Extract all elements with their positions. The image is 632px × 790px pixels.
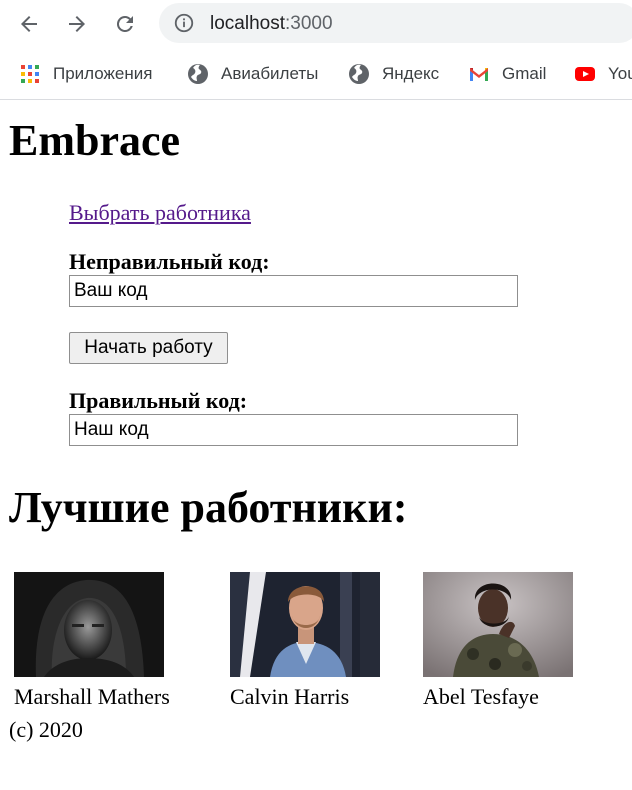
right-code-label: Правильный код: <box>69 388 248 413</box>
worker-photo <box>423 572 573 677</box>
reload-button[interactable] <box>109 8 141 40</box>
worker-name: Marshall Mathers <box>14 684 170 709</box>
arrow-right-icon <box>69 16 85 32</box>
url-port: :3000 <box>285 13 333 34</box>
bookmark-label: Приложения <box>53 64 153 83</box>
globe-icon <box>348 63 370 85</box>
worker-photo <box>230 572 380 677</box>
bookmark-yandex[interactable]: Яндекс <box>348 62 439 86</box>
worker-name: Calvin Harris <box>230 684 350 709</box>
bookmark-youtube[interactable]: YouTube <box>574 62 632 86</box>
footer-copyright: (c) 2020 <box>9 717 83 742</box>
worker-card: Calvin Harris <box>230 572 380 711</box>
wrong-code-label: Неправильный код: <box>69 249 270 274</box>
worker-card: Marshall Mathers <box>14 572 170 711</box>
apps-grid-icon <box>19 63 41 85</box>
bookmark-label: Gmail <box>502 64 547 83</box>
bookmark-aviabilety[interactable]: Авиабилеты <box>187 62 318 86</box>
worker-name: Abel Tesfaye <box>423 684 539 709</box>
choose-worker-link[interactable]: Выбрать работника <box>69 199 251 227</box>
browser-toolbar: localhost:3000 <box>0 0 632 50</box>
best-workers-heading: Лучшие работники: <box>9 483 408 532</box>
worker-photo <box>14 572 164 677</box>
address-bar[interactable]: localhost:3000 <box>159 3 632 43</box>
globe-icon <box>187 63 209 85</box>
wrong-code-input[interactable]: Ваш код <box>69 275 518 307</box>
arrow-left-icon <box>21 16 37 32</box>
url-host: localhost <box>210 13 285 34</box>
bookmark-label: Яндекс <box>382 64 440 83</box>
back-button[interactable] <box>13 8 45 40</box>
bookmark-label: Авиабилеты <box>221 64 319 83</box>
forward-button[interactable] <box>61 8 93 40</box>
bookmark-apps[interactable]: Приложения <box>19 62 152 86</box>
gmail-icon <box>468 63 490 85</box>
bookmark-label: YouTube <box>608 64 632 83</box>
page-content: Embrace Выбрать работника Неправильный к… <box>0 101 632 790</box>
right-code-input[interactable]: Наш код <box>69 414 518 446</box>
reload-icon <box>116 15 133 32</box>
bookmark-gmail[interactable]: Gmail <box>468 62 546 86</box>
info-icon[interactable] <box>173 12 195 34</box>
page-title: Embrace <box>9 116 181 165</box>
youtube-icon <box>574 63 596 85</box>
bookmarks-bar: Приложения Авиабилеты Яндекс Gmail YouTu… <box>0 50 632 100</box>
start-work-button[interactable]: Начать работу <box>69 332 228 364</box>
worker-card: Abel Tesfaye <box>423 572 573 711</box>
address-url[interactable]: localhost:3000 <box>210 13 333 35</box>
